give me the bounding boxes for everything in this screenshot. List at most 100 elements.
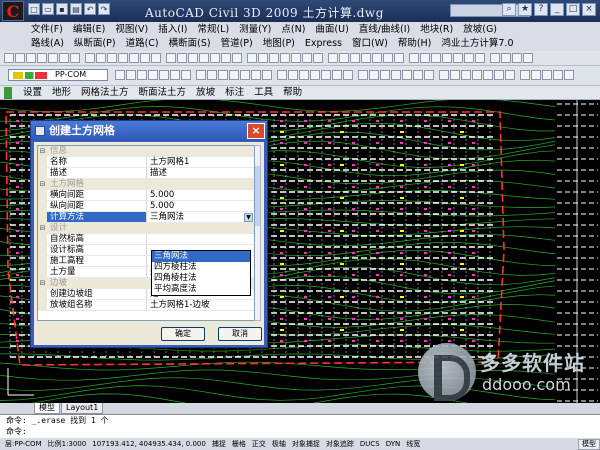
toolbar-tool-icon[interactable] xyxy=(137,70,147,80)
ok-button[interactable]: 确定 xyxy=(161,327,205,341)
toolbar-tool-icon[interactable] xyxy=(523,53,533,63)
property-value[interactable] xyxy=(147,234,254,244)
menu-alignments[interactable]: 路线(A) xyxy=(26,36,69,51)
plugin-menu-tools[interactable]: 工具 xyxy=(249,86,278,99)
toolbar-tool-icon[interactable] xyxy=(129,53,139,63)
toolbar-tool-icon[interactable] xyxy=(420,53,430,63)
status-mode-lineweight[interactable]: 线宽 xyxy=(403,438,423,450)
maximize-icon[interactable]: □ xyxy=(566,3,580,16)
property-row[interactable]: 名称 土方网格1 xyxy=(38,157,254,168)
toolbar-tool-icon[interactable] xyxy=(439,70,449,80)
toolbar-tool-icon[interactable] xyxy=(501,53,511,63)
status-mode-ducs[interactable]: DUCS xyxy=(357,438,383,450)
toolbar-tool-icon[interactable] xyxy=(369,70,379,80)
property-row[interactable]: 描述 描述 xyxy=(38,168,254,179)
toolbar-tool-icon[interactable] xyxy=(358,70,368,80)
toolbar-tool-icon[interactable] xyxy=(402,70,412,80)
menu-view[interactable]: 视图(V) xyxy=(110,22,153,37)
property-row[interactable]: 横向间距 5.000 xyxy=(38,190,254,201)
toolbar-tool-icon[interactable] xyxy=(302,53,312,63)
new-file-icon[interactable]: □ xyxy=(28,3,40,15)
toolbar-grip-icon[interactable] xyxy=(4,87,12,99)
redo-icon[interactable]: ↷ xyxy=(98,3,110,15)
collapse-icon[interactable]: ⊟ xyxy=(38,278,47,288)
status-mode-dyn[interactable]: DYN xyxy=(383,438,404,450)
toolbar-tool-icon[interactable] xyxy=(431,53,441,63)
menu-survey[interactable]: 测量(Y) xyxy=(234,22,276,37)
command-line[interactable]: 命令: _.erase 找到 1 个 命令: xyxy=(0,414,600,438)
property-value[interactable]: 土方网格1 xyxy=(147,157,254,167)
toolbar-tool-icon[interactable] xyxy=(148,70,158,80)
toolbar-tool-icon[interactable] xyxy=(37,53,47,63)
status-mode-snap[interactable]: 捕捉 xyxy=(209,438,229,450)
plugin-menu-annotation[interactable]: 标注 xyxy=(220,86,249,99)
toolbar-tool-icon[interactable] xyxy=(321,70,331,80)
toolbar-tool-icon[interactable] xyxy=(177,53,187,63)
status-model-button[interactable]: 模型 xyxy=(578,439,600,450)
toolbar-tool-icon[interactable] xyxy=(413,70,423,80)
status-mode-otrack[interactable]: 对象追踪 xyxy=(323,438,357,450)
property-row[interactable]: 自然标高 xyxy=(38,234,254,245)
property-value[interactable]: 土方网格1-边坡 xyxy=(147,300,254,310)
toolbar-tool-icon[interactable] xyxy=(240,70,250,80)
toolbar-tool-icon[interactable] xyxy=(126,70,136,80)
toolbar-tool-icon[interactable] xyxy=(288,70,298,80)
collapse-icon[interactable]: ⊟ xyxy=(38,146,47,156)
toolbar-tool-icon[interactable] xyxy=(490,53,500,63)
menu-file[interactable]: 文件(F) xyxy=(26,22,68,37)
toolbar-tool-icon[interactable] xyxy=(394,53,404,63)
property-category[interactable]: ⊟ 土方网格 xyxy=(38,179,254,190)
plugin-menu-help[interactable]: 帮助 xyxy=(278,86,307,99)
toolbar-tool-icon[interactable] xyxy=(391,70,401,80)
toolbar-tool-icon[interactable] xyxy=(313,53,323,63)
toolbar-tool-icon[interactable] xyxy=(48,53,58,63)
toolbar-tool-icon[interactable] xyxy=(339,53,349,63)
toolbar-tool-icon[interactable] xyxy=(450,70,460,80)
toolbar-tool-icon[interactable] xyxy=(361,53,371,63)
layer-combo[interactable]: PP-COM xyxy=(8,69,108,81)
toolbar-tool-icon[interactable] xyxy=(380,70,390,80)
command-prompt[interactable]: 命令: xyxy=(0,426,600,437)
menu-hongye-earthwork[interactable]: 鸿业土方计算7.0 xyxy=(436,36,518,51)
property-row[interactable]: 放坡组名称 土方网格1-边坡 xyxy=(38,300,254,311)
toolbar-tool-icon[interactable] xyxy=(96,53,106,63)
toolbar-tool-icon[interactable] xyxy=(258,53,268,63)
close-icon[interactable]: × xyxy=(582,3,596,16)
toolbar-tool-icon[interactable] xyxy=(170,70,180,80)
toolbar-tool-icon[interactable] xyxy=(247,53,257,63)
toolbar-tool-icon[interactable] xyxy=(464,53,474,63)
toolbar-tool-icon[interactable] xyxy=(166,53,176,63)
calc-method-combo[interactable]: 三角网法 ▼ xyxy=(147,212,254,222)
toolbar-tool-icon[interactable] xyxy=(181,70,191,80)
cancel-button[interactable]: 取消 xyxy=(218,327,262,341)
menu-window[interactable]: 窗口(W) xyxy=(347,36,393,51)
collapse-icon[interactable]: ⊟ xyxy=(38,179,47,189)
status-mode-polar[interactable]: 极轴 xyxy=(269,438,289,450)
toolbar-tool-icon[interactable] xyxy=(207,70,217,80)
toolbar-tool-icon[interactable] xyxy=(151,53,161,63)
chevron-down-icon[interactable]: ▼ xyxy=(244,213,253,222)
toolbar-tool-icon[interactable] xyxy=(494,70,504,80)
toolbar-tool-icon[interactable] xyxy=(107,53,117,63)
status-mode-grid[interactable]: 栅格 xyxy=(229,438,249,450)
property-value[interactable]: 描述 xyxy=(147,168,254,178)
toolbar-tool-icon[interactable] xyxy=(520,70,530,80)
search-icon[interactable]: ⌕ xyxy=(502,3,516,16)
toolbar-tool-icon[interactable] xyxy=(372,53,382,63)
dropdown-option-four-corner-prism[interactable]: 四角棱柱法 xyxy=(152,273,250,284)
toolbar-tool-icon[interactable] xyxy=(199,53,209,63)
toolbar-tool-icon[interactable] xyxy=(280,53,290,63)
status-mode-osnap[interactable]: 对象捕捉 xyxy=(289,438,323,450)
dropdown-option-square-prism[interactable]: 四方棱柱法 xyxy=(152,262,250,273)
toolbar-tool-icon[interactable] xyxy=(350,53,360,63)
menu-sections[interactable]: 横断面(S) xyxy=(164,36,216,51)
toolbar-tool-icon[interactable] xyxy=(210,53,220,63)
toolbar-tool-icon[interactable] xyxy=(232,53,242,63)
toolbar-tool-icon[interactable] xyxy=(461,70,471,80)
property-row[interactable]: 纵向间距 5.000 xyxy=(38,201,254,212)
plugin-menu-section-earthwork[interactable]: 断面法土方 xyxy=(134,86,192,99)
toolbar-tool-icon[interactable] xyxy=(59,53,69,63)
dropdown-option-average-height[interactable]: 平均高度法 xyxy=(152,284,250,295)
toolbar-tool-icon[interactable] xyxy=(115,70,125,80)
toolbar-tool-icon[interactable] xyxy=(553,70,563,80)
